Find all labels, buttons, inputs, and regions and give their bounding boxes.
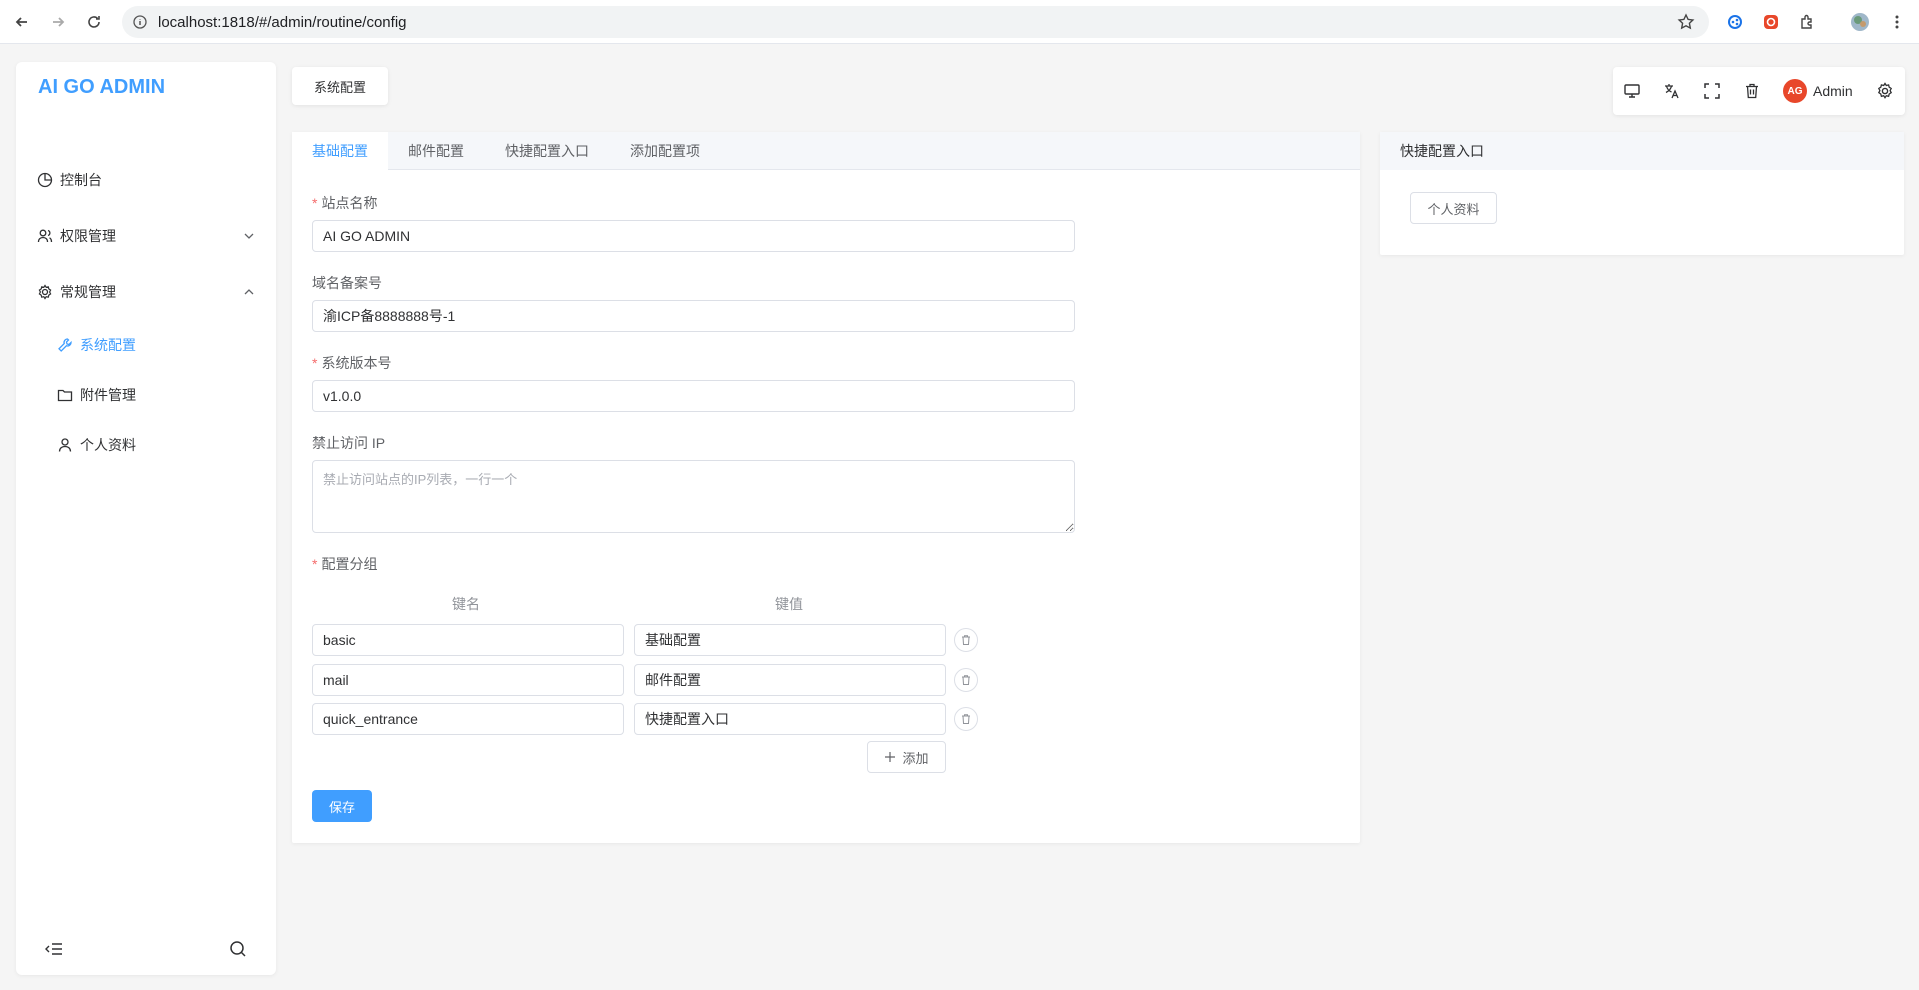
delete-row-button[interactable] — [954, 707, 978, 731]
record-number-input[interactable] — [312, 300, 1075, 332]
users-icon — [36, 227, 54, 245]
tag-tab-system-config[interactable]: 系统配置 — [292, 67, 388, 105]
settings-gear-icon[interactable] — [1876, 82, 1894, 100]
browser-menu-icon[interactable] — [1887, 12, 1907, 32]
app-logo[interactable]: AI GO ADMIN — [38, 76, 165, 99]
group-value-input[interactable] — [634, 624, 946, 656]
browser-toolbar: localhost:1818/#/admin/routine/config — [0, 0, 1919, 44]
group-key-input[interactable] — [312, 624, 624, 656]
save-button[interactable]: 保存 — [312, 790, 372, 822]
sidebar-item-label: 控制台 — [60, 172, 102, 188]
user-name[interactable]: Admin — [1813, 83, 1853, 99]
sidebar-item-label: 权限管理 — [60, 228, 116, 244]
tab-add-config[interactable]: 添加配置项 — [610, 132, 720, 170]
record-number-label: 域名备案号 — [312, 275, 382, 291]
chevron-down-icon — [242, 229, 256, 243]
sidebar-item-profile[interactable]: 个人资料 — [16, 425, 276, 465]
fullscreen-icon[interactable] — [1703, 82, 1721, 100]
group-value-input[interactable] — [634, 664, 946, 696]
bookmark-star-icon[interactable] — [1677, 13, 1695, 31]
group-key-input[interactable] — [312, 703, 624, 735]
plus-icon — [885, 752, 896, 762]
sidebar-item-system-config[interactable]: 系统配置 — [16, 325, 276, 365]
sidebar-item-label: 附件管理 — [80, 387, 136, 403]
avatar[interactable]: AG — [1783, 79, 1807, 103]
translate-icon[interactable] — [1663, 82, 1681, 100]
value-column-header: 键值 — [775, 596, 803, 612]
reload-icon[interactable] — [82, 10, 106, 34]
site-name-input[interactable] — [312, 220, 1075, 252]
user-icon — [56, 436, 74, 454]
folder-icon — [56, 386, 74, 404]
profile-avatar-icon[interactable] — [1850, 12, 1870, 32]
wrench-icon — [56, 336, 74, 354]
pie-chart-icon — [36, 171, 54, 189]
sidebar-item-attachments[interactable]: 附件管理 — [16, 375, 276, 415]
back-icon[interactable] — [10, 10, 34, 34]
sidebar-item-label: 系统配置 — [80, 337, 136, 353]
quick-profile-button[interactable]: 个人资料 — [1410, 192, 1497, 224]
add-row-button[interactable]: 添加 — [867, 741, 946, 773]
delete-row-button[interactable] — [954, 628, 978, 652]
red-extension-icon[interactable] — [1761, 12, 1781, 32]
tab-basic[interactable]: 基础配置 — [292, 132, 388, 170]
quick-entrance-title: 快捷配置入口 — [1380, 132, 1904, 170]
trash-icon — [962, 714, 970, 724]
version-input[interactable] — [312, 380, 1075, 412]
quick-entrance-card: 快捷配置入口 个人资料 — [1380, 132, 1904, 255]
address-bar[interactable]: localhost:1818/#/admin/routine/config — [122, 6, 1709, 38]
group-key-input[interactable] — [312, 664, 624, 696]
sidebar-item-label: 常规管理 — [60, 284, 116, 300]
delete-row-button[interactable] — [954, 668, 978, 692]
group-value-input[interactable] — [634, 703, 946, 735]
url-text: localhost:1818/#/admin/routine/config — [158, 14, 407, 31]
ban-ip-label: 禁止访问 IP — [312, 435, 386, 451]
ban-ip-textarea[interactable] — [312, 460, 1075, 533]
trash-icon — [962, 675, 970, 685]
header-toolbar: AG Admin — [1613, 67, 1905, 115]
gear-icon — [36, 283, 54, 301]
key-column-header: 键名 — [452, 596, 480, 612]
version-label: * 系统版本号 — [312, 355, 392, 371]
trash-icon[interactable] — [1743, 82, 1761, 100]
trash-icon — [962, 635, 970, 645]
search-icon[interactable] — [228, 939, 248, 959]
sidebar-item-permissions[interactable]: 权限管理 — [16, 216, 276, 256]
config-tabs: 基础配置 邮件配置 快捷配置入口 添加配置项 — [292, 132, 1360, 170]
sidebar-item-dashboard[interactable]: 控制台 — [16, 160, 276, 200]
monitor-icon[interactable] — [1623, 82, 1641, 100]
sidebar: AI GO ADMIN 控制台 权限管理 常规管理 系统配置 附件管理 个人资料 — [16, 62, 276, 975]
chevron-up-icon — [242, 285, 256, 299]
sidebar-item-routine[interactable]: 常规管理 — [16, 272, 276, 312]
share-extension-icon[interactable] — [1725, 12, 1745, 32]
sidebar-item-label: 个人资料 — [80, 437, 136, 453]
config-card: 基础配置 邮件配置 快捷配置入口 添加配置项 *站点名称 域名备案号 *系统版本… — [292, 132, 1360, 843]
forward-icon[interactable] — [46, 10, 70, 34]
tab-quick-entrance[interactable]: 快捷配置入口 — [484, 132, 610, 170]
config-group-label: * 配置分组 — [312, 556, 378, 572]
extensions-puzzle-icon[interactable] — [1797, 12, 1817, 32]
tab-mail[interactable]: 邮件配置 — [388, 132, 484, 170]
site-name-label: * 站点名称 — [312, 195, 378, 211]
site-info-icon[interactable] — [132, 14, 148, 30]
collapse-menu-icon[interactable] — [44, 939, 64, 959]
